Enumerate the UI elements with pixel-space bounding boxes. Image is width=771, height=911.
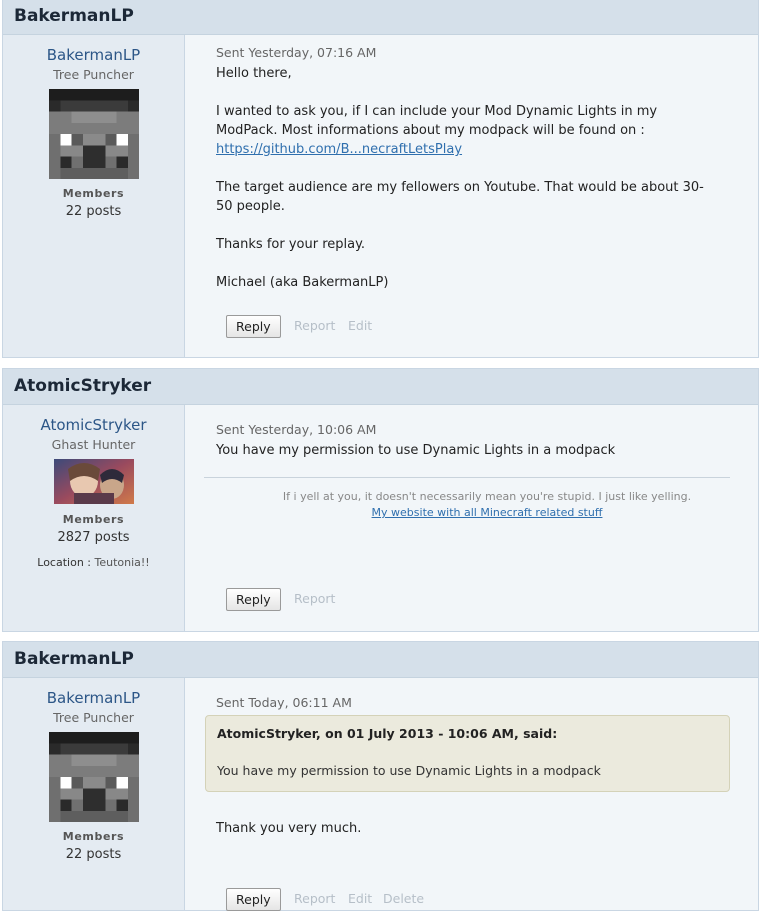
sent-timestamp: Sent Today, 06:11 AM xyxy=(216,695,352,710)
post-body: Thank you very much. xyxy=(216,819,361,838)
body-line: Hello there, xyxy=(216,66,292,81)
sent-timestamp: Sent Yesterday, 10:06 AM xyxy=(216,422,377,437)
member-group: Members xyxy=(62,187,125,200)
member-group: Members xyxy=(62,830,125,843)
body-line: 50 people. xyxy=(216,199,285,214)
post-count: 2827 posts xyxy=(57,530,130,545)
report-link[interactable]: Report xyxy=(294,891,335,907)
author-name-link[interactable]: BakermanLP xyxy=(3,689,184,707)
location-value: Teutonia!! xyxy=(94,556,150,569)
author-rank-title: Tree Puncher xyxy=(53,710,134,725)
author-rank-title: Tree Puncher xyxy=(53,67,134,82)
quote-text: You have my permission to use Dynamic Li… xyxy=(217,763,601,778)
post-header: BakermanLP xyxy=(3,642,758,678)
report-link[interactable]: Report xyxy=(294,318,335,334)
creeper-skin-avatar-icon[interactable] xyxy=(48,732,139,822)
post-body: You have my permission to use Dynamic Li… xyxy=(216,441,744,460)
quote-block: AtomicStryker, on 01 July 2013 - 10:06 A… xyxy=(205,715,730,792)
message-post: AtomicStryker AtomicStryker Ghast Hunter… xyxy=(2,368,759,632)
reply-button[interactable]: Reply xyxy=(226,888,281,911)
creeper-skin-avatar-icon[interactable] xyxy=(48,89,139,179)
body-line: You have my permission to use Dynamic Li… xyxy=(216,443,616,458)
body-line: Thank you very much. xyxy=(216,821,362,836)
member-group: Members xyxy=(62,513,125,526)
signature-divider xyxy=(204,477,730,478)
post-header-author: AtomicStryker xyxy=(14,376,152,396)
post-content: Sent Yesterday, 10:06 AM You have my per… xyxy=(216,422,744,460)
post-header-author: BakermanLP xyxy=(14,649,134,669)
post-header: AtomicStryker xyxy=(3,369,758,405)
body-line: The target audience are my fellowers on … xyxy=(216,180,704,195)
post-header: BakermanLP xyxy=(3,0,758,35)
post-body: Hello there, I wanted to ask you, if I c… xyxy=(216,64,744,292)
body-line: Michael (aka BakermanLP) xyxy=(216,275,389,290)
quote-citation: AtomicStryker, on 01 July 2013 - 10:06 A… xyxy=(217,726,558,741)
edit-link[interactable]: Edit xyxy=(348,318,372,334)
post-content: Sent Today, 06:11 AM xyxy=(216,695,744,711)
message-post: BakermanLP BakermanLP Tree Puncher Membe… xyxy=(2,641,759,911)
edit-link[interactable]: Edit xyxy=(348,891,372,907)
report-link[interactable]: Report xyxy=(294,591,335,607)
post-content: Sent Yesterday, 07:16 AM Hello there, I … xyxy=(216,45,744,292)
delete-link[interactable]: Delete xyxy=(383,891,424,907)
author-panel: BakermanLP Tree Puncher Members 22 posts xyxy=(3,678,185,910)
author-rank-title: Ghast Hunter xyxy=(51,437,136,452)
signature: If i yell at you, it doesn't necessarily… xyxy=(204,489,770,521)
post-header-author: BakermanLP xyxy=(14,6,134,26)
location-label: Location : xyxy=(37,556,91,569)
body-line: Thanks for your replay. xyxy=(216,237,366,252)
body-line: I wanted to ask you, if I can include yo… xyxy=(216,104,658,119)
post-count: 22 posts xyxy=(65,847,122,862)
author-panel: AtomicStryker Ghast Hunter Members 2827 … xyxy=(3,405,185,631)
author-location: Location : Teutonia!! xyxy=(3,556,184,570)
reply-button[interactable]: Reply xyxy=(226,588,281,611)
author-name-link[interactable]: BakermanLP xyxy=(3,46,184,64)
post-count: 22 posts xyxy=(65,204,122,219)
signature-text: If i yell at you, it doesn't necessarily… xyxy=(282,490,692,503)
body-line: ModPack. Most informations about my modp… xyxy=(216,123,645,138)
message-post: BakermanLP BakermanLP Tree Puncher Membe… xyxy=(2,0,759,358)
author-name-link[interactable]: AtomicStryker xyxy=(3,416,184,434)
modpack-github-link[interactable]: https://github.com/B...necraftLetsPlay xyxy=(216,142,462,157)
author-panel: BakermanLP Tree Puncher Members 22 posts xyxy=(3,35,185,357)
anime-character-avatar-icon[interactable] xyxy=(53,459,134,504)
signature-website-link[interactable]: My website with all Minecraft related st… xyxy=(372,506,603,519)
sent-timestamp: Sent Yesterday, 07:16 AM xyxy=(216,45,377,60)
reply-button[interactable]: Reply xyxy=(226,315,281,338)
